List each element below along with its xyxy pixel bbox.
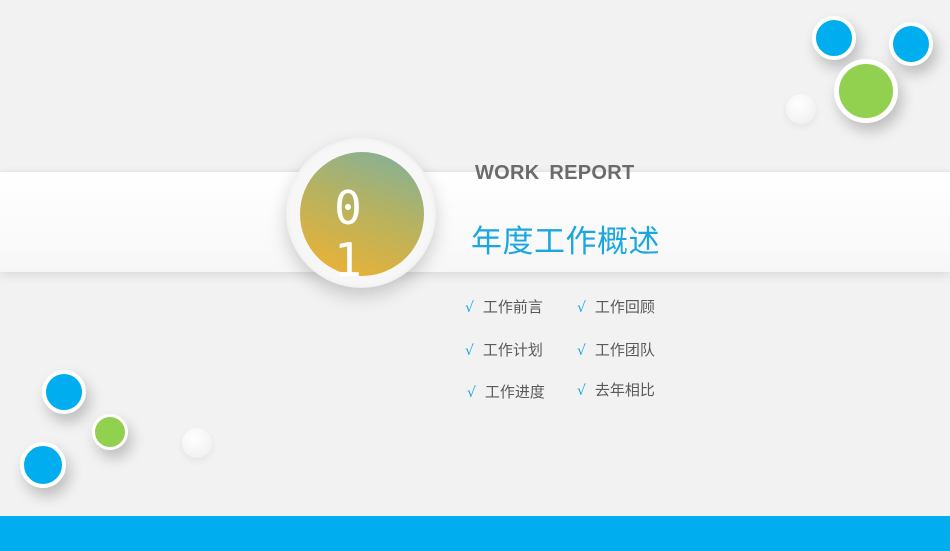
decor-circle-blue xyxy=(20,442,66,488)
menu-item-plan[interactable]: √ 工作计划 xyxy=(465,339,543,360)
menu-item-label: 去年相比 xyxy=(594,381,655,399)
check-icon: √ xyxy=(465,343,474,359)
decor-circle-green xyxy=(92,414,128,450)
menu-item-label: 工作计划 xyxy=(482,341,543,359)
menu-item-label: 工作前言 xyxy=(482,298,543,316)
check-icon: √ xyxy=(467,385,476,401)
menu-item-progress[interactable]: √ 工作进度 xyxy=(467,381,545,402)
menu-item-review[interactable]: √ 工作回顾 xyxy=(577,296,655,317)
decor-circle-blue xyxy=(812,16,856,60)
menu-item-label: 工作团队 xyxy=(594,341,655,359)
decor-circle-blue xyxy=(42,370,86,414)
slide-title: 年度工作概述 xyxy=(471,224,660,260)
decor-circle-green xyxy=(834,59,898,123)
check-icon: √ xyxy=(577,300,586,316)
bottom-bar xyxy=(0,516,950,551)
menu-item-team[interactable]: √ 工作团队 xyxy=(577,339,655,360)
menu-item-label: 工作进度 xyxy=(484,383,545,401)
slide-subtitle: WORK REPORT xyxy=(475,162,635,184)
check-icon: √ xyxy=(577,343,586,359)
decor-circle-blue xyxy=(889,22,933,66)
decor-circle-light xyxy=(786,94,816,124)
slide: 01 WORK REPORT 年度工作概述 √ 工作前言 √ 工作回顾 √ 工作计划 … xyxy=(0,0,950,551)
decor-circle-light xyxy=(182,428,212,458)
section-number: 01 xyxy=(334,181,362,287)
menu-item-comparison[interactable]: √ 去年相比 xyxy=(577,379,655,400)
menu-item-preface[interactable]: √ 工作前言 xyxy=(465,296,543,317)
menu-item-label: 工作回顾 xyxy=(594,298,655,316)
check-icon: √ xyxy=(577,383,586,399)
check-icon: √ xyxy=(465,300,474,316)
